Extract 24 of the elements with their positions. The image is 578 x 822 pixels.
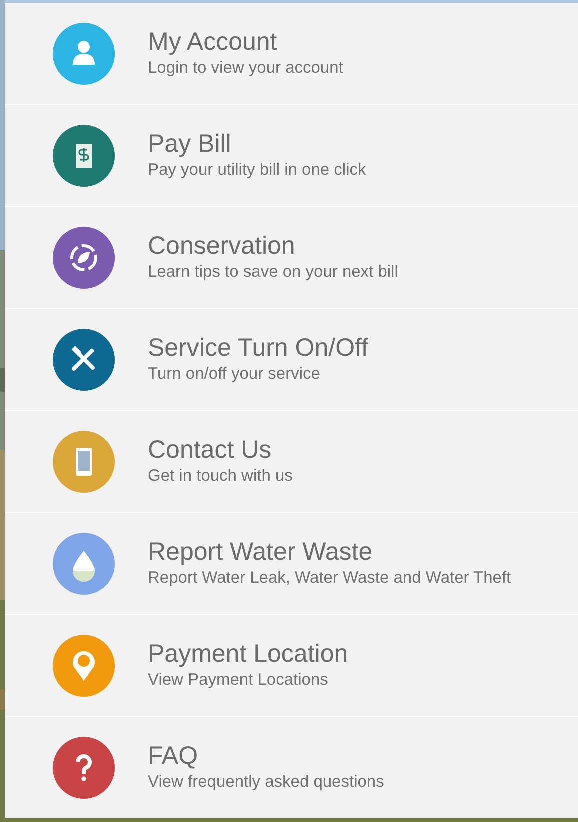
item-description: Login to view your account xyxy=(148,58,344,79)
item-title: Contact Us xyxy=(148,436,273,464)
item-title: FAQ xyxy=(148,742,200,770)
menu-item[interactable]: Contact Us Get in touch with us xyxy=(5,411,578,513)
menu-item[interactable]: Pay Bill Pay your utility bill in one click xyxy=(5,105,578,207)
item-description: Report Water Leak, Water Waste and Water Theft xyxy=(148,568,512,589)
menu-item[interactable]: FAQ View frequently asked questions xyxy=(5,717,578,818)
item-description: Learn tips to save on your next bill xyxy=(148,262,398,283)
item-description: Turn on/off your service xyxy=(148,364,322,385)
item-title: Pay Bill xyxy=(148,130,232,158)
menu-item[interactable]: Report Water Waste Report Water Leak, Water Waste and Water Theft xyxy=(5,513,578,615)
item-title: Service Turn On/Off xyxy=(148,334,368,362)
item-title: Conservation xyxy=(148,232,296,260)
menu-item[interactable]: Payment Location View Payment Locations xyxy=(5,615,578,717)
item-title: My Account xyxy=(148,28,278,56)
item-description: Get in touch with us xyxy=(148,466,293,487)
item-title: Report Water Waste xyxy=(148,538,374,566)
item-description: Pay your utility bill in one click xyxy=(148,160,366,181)
item-description: View frequently asked questions xyxy=(148,772,384,793)
menu-item[interactable]: Conservation Learn tips to save on your next bill xyxy=(5,207,578,309)
menu-item[interactable]: My Account Login to view your account xyxy=(5,3,578,105)
item-title: Payment Location xyxy=(148,640,348,668)
item-description: View Payment Locations xyxy=(148,670,330,691)
menu-item[interactable]: Service Turn On/Off Turn on/off your service xyxy=(5,309,578,411)
